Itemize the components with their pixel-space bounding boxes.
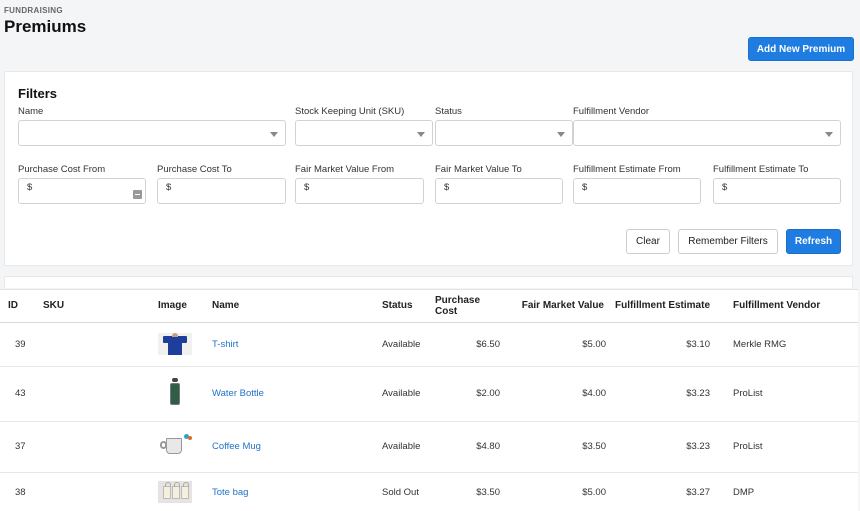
chevron-down-icon — [825, 132, 833, 137]
cell-fulfillment-estimate: $3.10 — [606, 322, 718, 367]
cell-id: 37 — [0, 421, 35, 473]
cell-fair-market-value: $5.00 — [500, 472, 606, 511]
cell-id: 39 — [0, 322, 35, 367]
fair-market-value-to-label: Fair Market Value To — [435, 164, 522, 175]
filters-title: Filters — [18, 86, 58, 101]
cell-fulfillment-estimate: $3.23 — [606, 421, 718, 473]
fulfillment-estimate-to-label: Fulfillment Estimate To — [713, 164, 809, 175]
refresh-button[interactable]: Refresh — [786, 229, 841, 254]
fulfillment-estimate-to-input[interactable]: $ — [713, 178, 841, 204]
status-select[interactable] — [435, 120, 573, 146]
filters-panel: Filters Name Stock Keeping Unit (SKU) St… — [4, 71, 853, 266]
premium-name-link[interactable]: Tote bag — [212, 487, 248, 498]
cell-sku — [35, 421, 150, 473]
column-header-id[interactable]: ID — [0, 290, 35, 323]
fair-market-value-to-input[interactable]: $ — [435, 178, 563, 204]
cell-image — [150, 421, 204, 473]
cell-status: Available — [374, 322, 435, 367]
table-row[interactable]: 38 Tote bag Sold Out $3.50 $5.00 $3.27 D… — [0, 472, 858, 511]
cell-fair-market-value: $4.00 — [500, 366, 606, 422]
cell-fulfillment-estimate: $3.27 — [606, 472, 718, 511]
cell-vendor: ProList — [718, 421, 858, 473]
fulfillment-estimate-from-label: Fulfillment Estimate From — [573, 164, 681, 175]
column-header-fair-market-value[interactable]: Fair Market Value — [500, 290, 606, 323]
fulfillment-estimate-from-input[interactable]: $ — [573, 178, 701, 204]
remember-filters-button[interactable]: Remember Filters — [678, 229, 778, 254]
column-header-fulfillment-estimate[interactable]: Fulfillment Estimate — [606, 290, 718, 323]
premium-name-link[interactable]: Water Bottle — [212, 388, 264, 399]
cell-id: 43 — [0, 366, 35, 422]
column-header-status[interactable]: Status — [374, 290, 435, 323]
tshirt-image — [158, 333, 192, 355]
column-header-fulfillment-vendor[interactable]: Fulfillment Vendor — [718, 290, 858, 323]
table-toolbar — [4, 276, 853, 288]
cell-name: Water Bottle — [204, 366, 374, 422]
cell-vendor: DMP — [718, 472, 858, 511]
table-header-row: ID SKU Image Name Status Purchase Cost F… — [0, 290, 858, 323]
chevron-down-icon — [417, 132, 425, 137]
cell-vendor: ProList — [718, 366, 858, 422]
cell-fair-market-value: $3.50 — [500, 421, 606, 473]
name-select[interactable] — [18, 120, 286, 146]
coffee-mug-image — [158, 433, 192, 460]
premium-name-link[interactable]: Coffee Mug — [212, 441, 261, 452]
column-header-image: Image — [150, 290, 204, 323]
currency-prefix: $ — [582, 182, 588, 193]
cell-sku — [35, 322, 150, 367]
currency-prefix: $ — [166, 182, 172, 193]
cell-status: Available — [374, 366, 435, 422]
page-title: Premiums — [4, 17, 87, 36]
vendor-label: Fulfillment Vendor — [573, 106, 650, 117]
table-row[interactable]: 43 Water Bottle Available $2.00 $4.00 $3… — [0, 366, 858, 422]
premium-name-link[interactable]: T-shirt — [212, 339, 238, 350]
cell-name: Tote bag — [204, 472, 374, 511]
cell-purchase-cost: $2.00 — [435, 366, 500, 422]
currency-prefix: $ — [27, 182, 33, 193]
tote-bag-image — [158, 481, 192, 503]
table-row[interactable]: 39 T-shirt Available $6.50 $5.00 $3.10 M… — [0, 322, 858, 367]
add-new-premium-button[interactable]: Add New Premium — [748, 37, 854, 61]
purchase-cost-from-label: Purchase Cost From — [18, 164, 106, 175]
cell-vendor: Merkle RMG — [718, 322, 858, 367]
cell-fulfillment-estimate: $3.23 — [606, 366, 718, 422]
section-label: FUNDRAISING — [4, 6, 63, 15]
cell-status: Available — [374, 421, 435, 473]
fair-market-value-from-label: Fair Market Value From — [295, 164, 395, 175]
cell-id: 38 — [0, 472, 35, 511]
cell-sku — [35, 472, 150, 511]
purchase-cost-to-label: Purchase Cost To — [157, 164, 232, 175]
cell-image — [150, 366, 204, 422]
water-bottle-image — [158, 377, 192, 410]
cell-name: Coffee Mug — [204, 421, 374, 473]
currency-prefix: $ — [722, 182, 728, 193]
sku-label: Stock Keeping Unit (SKU) — [295, 106, 405, 117]
clear-button[interactable]: Clear — [626, 229, 670, 254]
vendor-select[interactable] — [573, 120, 841, 146]
column-header-purchase-cost[interactable]: Purchase Cost — [435, 290, 500, 323]
purchase-cost-from-input[interactable]: $ — [18, 178, 146, 204]
status-label: Status — [435, 106, 462, 117]
cell-fair-market-value: $5.00 — [500, 322, 606, 367]
name-label: Name — [18, 106, 44, 117]
cell-purchase-cost: $4.80 — [435, 421, 500, 473]
cell-image — [150, 472, 204, 511]
premiums-table: ID SKU Image Name Status Purchase Cost F… — [0, 289, 858, 511]
cell-name: T-shirt — [204, 322, 374, 367]
fair-market-value-from-input[interactable]: $ — [295, 178, 424, 204]
purchase-cost-to-input[interactable]: $ — [157, 178, 286, 204]
chevron-down-icon — [557, 132, 565, 137]
sku-select[interactable] — [295, 120, 433, 146]
column-header-sku[interactable]: SKU — [35, 290, 150, 323]
chevron-down-icon — [270, 132, 278, 137]
cell-sku — [35, 366, 150, 422]
cell-purchase-cost: $6.50 — [435, 322, 500, 367]
calculator-icon[interactable] — [133, 190, 142, 199]
table-row[interactable]: 37 Coffee Mug Available $4.80 $3.50 $3.2… — [0, 421, 858, 473]
currency-prefix: $ — [444, 182, 450, 193]
cell-status: Sold Out — [374, 472, 435, 511]
column-header-name[interactable]: Name — [204, 290, 374, 323]
cell-image — [150, 322, 204, 367]
cell-purchase-cost: $3.50 — [435, 472, 500, 511]
currency-prefix: $ — [304, 182, 310, 193]
